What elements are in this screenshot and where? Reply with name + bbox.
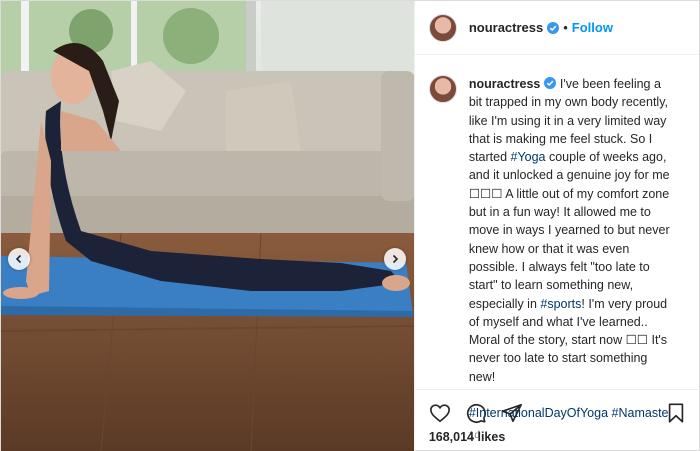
- verified-badge-icon: [544, 77, 557, 89]
- caption-comment: nouractress I've been feeling a bit trap…: [415, 55, 699, 422]
- post-sidebar: nouractress • Follow nouractress I've be…: [413, 1, 700, 451]
- chevron-left-icon: [15, 254, 22, 264]
- share-button[interactable]: [499, 400, 525, 426]
- post-header: nouractress • Follow: [414, 1, 699, 55]
- likes-count[interactable]: 168,014 likes: [415, 428, 700, 444]
- caption-avatar[interactable]: [428, 75, 457, 103]
- hashtag-yoga[interactable]: #Yoga: [511, 150, 546, 164]
- post-actions: 168,014 likes: [414, 389, 700, 451]
- comment-button[interactable]: [463, 400, 489, 426]
- bookmark-icon: [668, 403, 684, 423]
- previous-photo-button[interactable]: [8, 248, 30, 270]
- chevron-right-icon: [392, 254, 399, 264]
- yoga-photo-illustration: [1, 1, 414, 451]
- heart-icon: [429, 404, 450, 423]
- instagram-post: nouractress • Follow nouractress I've be…: [0, 0, 700, 451]
- caption-part-2: couple of weeks ago, and it unlocked a g…: [468, 150, 670, 311]
- next-photo-button[interactable]: [384, 248, 406, 270]
- caption-text: nouractress I've been feeling a bit trap…: [469, 75, 677, 422]
- caption-username[interactable]: nouractress: [469, 77, 541, 91]
- avatar[interactable]: [428, 13, 457, 42]
- action-icons: [415, 390, 700, 428]
- like-button[interactable]: [427, 400, 453, 426]
- follow-button[interactable]: Follow: [572, 20, 613, 35]
- header-username[interactable]: nouractress: [469, 20, 543, 35]
- separator-dot: •: [563, 20, 568, 35]
- verified-badge-icon: [547, 21, 560, 34]
- save-button[interactable]: [663, 400, 689, 426]
- comment-icon: [466, 403, 486, 423]
- hashtag-sports[interactable]: #sports: [540, 297, 581, 311]
- share-icon: [501, 403, 522, 423]
- post-photo[interactable]: [1, 1, 414, 451]
